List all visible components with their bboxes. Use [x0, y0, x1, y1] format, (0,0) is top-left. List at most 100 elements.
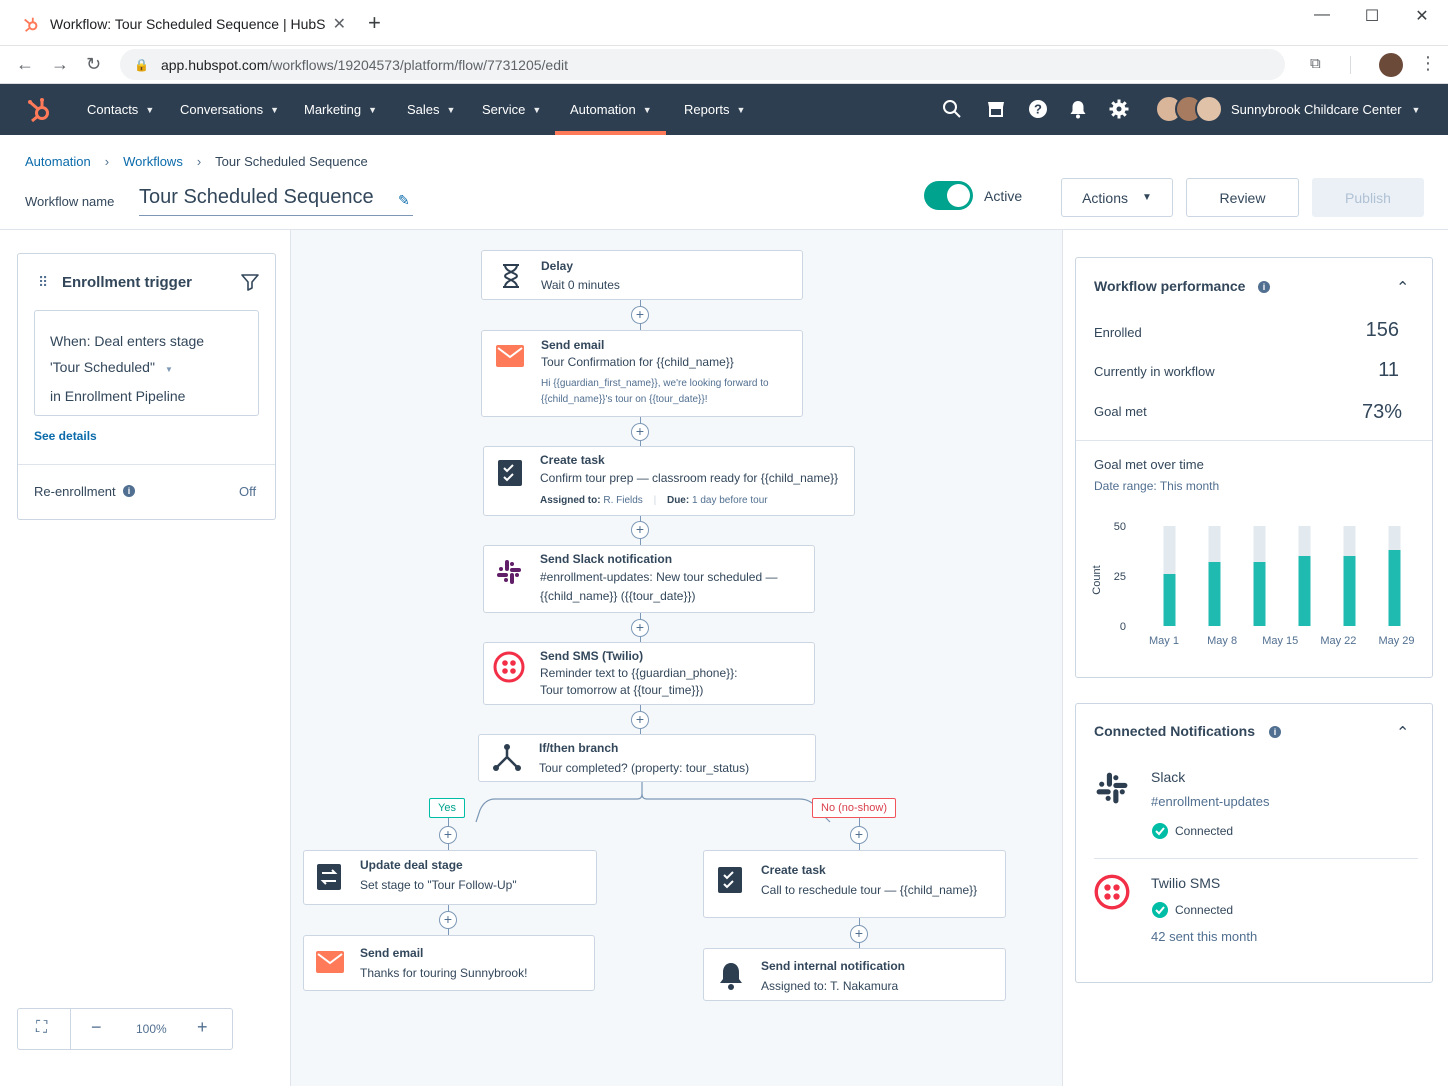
node-subtitle: Tour tomorrow at {{tour_time}})	[540, 683, 704, 697]
email-envelope-icon	[316, 951, 344, 973]
twilio-sent-count: 42 sent this month	[1151, 929, 1258, 944]
hourglass-icon	[503, 264, 519, 288]
card-divider	[1094, 858, 1418, 859]
bell-icon	[720, 963, 742, 990]
zoom-in-icon[interactable]: +	[197, 1017, 208, 1038]
send-email-node[interactable]: Send email Thanks for touring Sunnybrook…	[303, 935, 595, 991]
nav-reports[interactable]: Reports ▼	[684, 84, 745, 135]
sms-twilio-node[interactable]: Send SMS (Twilio) Reminder text to {{gua…	[483, 642, 815, 705]
bar-goal-met[interactable]	[1208, 562, 1221, 626]
no-branch-tag[interactable]: No (no-show)	[812, 798, 897, 818]
reload-icon[interactable]: ↻	[86, 54, 101, 75]
new-tab-icon[interactable]: +	[368, 10, 381, 36]
create-task-node[interactable]: Create task Call to reschedule tour — {{…	[703, 850, 1006, 918]
node-subtitle: Wait 0 minutes	[541, 278, 620, 292]
performance-title: Workflow performance	[1094, 278, 1246, 294]
minimize-icon[interactable]: —	[1302, 6, 1342, 24]
fit-to-screen-icon[interactable]: ⛶	[36, 1019, 47, 1037]
lock-icon: 🔒	[134, 57, 149, 72]
status-label: Active	[984, 188, 1023, 204]
yes-branch-tag[interactable]: Yes	[429, 798, 465, 818]
reenrollment-value[interactable]: Off	[239, 484, 256, 499]
collapse-chevron-icon[interactable]: ⌄	[1396, 721, 1409, 741]
check-circle-icon	[1152, 823, 1168, 839]
bar-goal-met[interactable]	[1253, 562, 1266, 626]
internal-notification-node[interactable]: Send internal notification Assigned to: …	[703, 948, 1006, 1001]
breadcrumb-workflows[interactable]: Workflows	[123, 154, 183, 169]
close-tab-icon[interactable]: ✕	[333, 14, 346, 34]
marketplace-icon[interactable]	[985, 98, 1007, 120]
see-details-link[interactable]: See details	[34, 429, 97, 443]
review-button[interactable]: Review	[1186, 178, 1299, 217]
info-icon[interactable]: i	[1258, 281, 1270, 293]
notifications-bell-icon[interactable]	[1067, 98, 1089, 120]
node-title: Send email	[360, 946, 424, 960]
x-tick-label: May 8	[1207, 635, 1237, 647]
twilio-name: Twilio SMS	[1151, 875, 1221, 891]
bar-goal-met[interactable]	[1163, 574, 1176, 626]
url-field[interactable]: 🔒 app.hubspot.com/workflows/19204573/pla…	[120, 49, 1285, 80]
nav-contacts[interactable]: Contacts ▼	[87, 84, 154, 135]
collapse-chevron-icon[interactable]: ⌄	[1396, 276, 1409, 296]
profile-avatar[interactable]	[1379, 53, 1403, 77]
nav-sales[interactable]: Sales ▼	[407, 84, 455, 135]
bar-goal-met[interactable]	[1388, 550, 1401, 626]
maximize-icon[interactable]: ☐	[1352, 6, 1392, 26]
breadcrumb-automation[interactable]: Automation	[25, 154, 91, 169]
account-menu[interactable]: Sunnybrook Childcare Center ▼	[1231, 84, 1420, 135]
extensions-icon[interactable]: ⧉	[1310, 55, 1321, 72]
back-icon[interactable]: ←	[16, 54, 34, 75]
nav-automation[interactable]: Automation ▼	[570, 84, 652, 135]
if-then-branch-node[interactable]: If/then branch Tour completed? (property…	[478, 734, 816, 782]
settings-gear-icon[interactable]	[1108, 98, 1130, 120]
trigger-condition-box[interactable]: When: Deal enters stage 'Tour Scheduled"…	[34, 310, 259, 416]
nav-conversations[interactable]: Conversations ▼	[180, 84, 279, 135]
node-subtitle: Tour Confirmation for {{child_name}}	[541, 355, 734, 369]
stat-label: Goal met	[1094, 404, 1147, 419]
nav-marketing[interactable]: Marketing ▼	[304, 84, 377, 135]
info-icon[interactable]: i	[1269, 726, 1281, 738]
bar-goal-met[interactable]	[1343, 556, 1356, 626]
add-action-button[interactable]: +	[850, 925, 868, 943]
drag-handle-icon[interactable]: ⠿	[38, 274, 48, 291]
active-toggle[interactable]	[924, 181, 973, 210]
send-email-node[interactable]: Send email Tour Confirmation for {{child…	[481, 330, 803, 417]
node-title: Send Slack notification	[540, 552, 673, 566]
update-deal-stage-node[interactable]: Update deal stage Set stage to "Tour Fol…	[303, 850, 597, 905]
twilio-icon	[493, 651, 525, 683]
add-action-button[interactable]: +	[850, 826, 868, 844]
node-subtitle: {{child_name}} ({{tour_date}})	[540, 589, 696, 603]
info-icon[interactable]: i	[123, 485, 135, 497]
hubspot-sprocket-icon[interactable]	[26, 96, 54, 124]
forward-icon[interactable]: →	[51, 54, 69, 75]
date-range[interactable]: Date range: This month	[1094, 479, 1219, 493]
slack-notification-node[interactable]: Send Slack notification #enrollment-upda…	[483, 545, 815, 613]
stat-value: 73%	[1361, 401, 1402, 423]
add-action-button[interactable]: +	[631, 711, 649, 729]
browser-menu-icon[interactable]: ⋮	[1419, 53, 1437, 74]
help-icon[interactable]: ?	[1027, 98, 1049, 120]
close-window-icon[interactable]: ✕	[1402, 6, 1442, 26]
browser-tab[interactable]: Workflow: Tour Scheduled Sequence | HubS…	[10, 6, 358, 42]
filter-icon[interactable]	[240, 272, 260, 292]
add-action-button[interactable]: +	[439, 911, 457, 929]
add-action-button[interactable]: +	[439, 826, 457, 844]
add-action-button[interactable]: +	[631, 619, 649, 637]
nav-service[interactable]: Service ▼	[482, 84, 541, 135]
trigger-stage: 'Tour Scheduled"	[50, 359, 155, 375]
add-action-button[interactable]: +	[631, 306, 649, 324]
workflow-name-field[interactable]: Tour Scheduled Sequence	[139, 186, 413, 216]
add-action-button[interactable]: +	[631, 521, 649, 539]
search-icon[interactable]	[941, 98, 963, 120]
actions-button[interactable]: Actions ▼	[1061, 178, 1173, 217]
breadcrumb-current: Tour Scheduled Sequence	[215, 154, 368, 169]
create-task-node[interactable]: Create task Confirm tour prep — classroo…	[483, 446, 855, 516]
assigned-value: R. Fields	[603, 495, 643, 506]
bar-goal-met[interactable]	[1298, 556, 1311, 626]
edit-pencil-icon[interactable]: ✎	[398, 192, 410, 209]
delay-node[interactable]: Delay Wait 0 minutes	[481, 250, 803, 300]
trigger-title: Enrollment trigger	[62, 274, 193, 291]
publish-button[interactable]: Publish	[1312, 178, 1424, 217]
add-action-button[interactable]: +	[631, 423, 649, 441]
zoom-out-icon[interactable]: −	[91, 1017, 102, 1038]
